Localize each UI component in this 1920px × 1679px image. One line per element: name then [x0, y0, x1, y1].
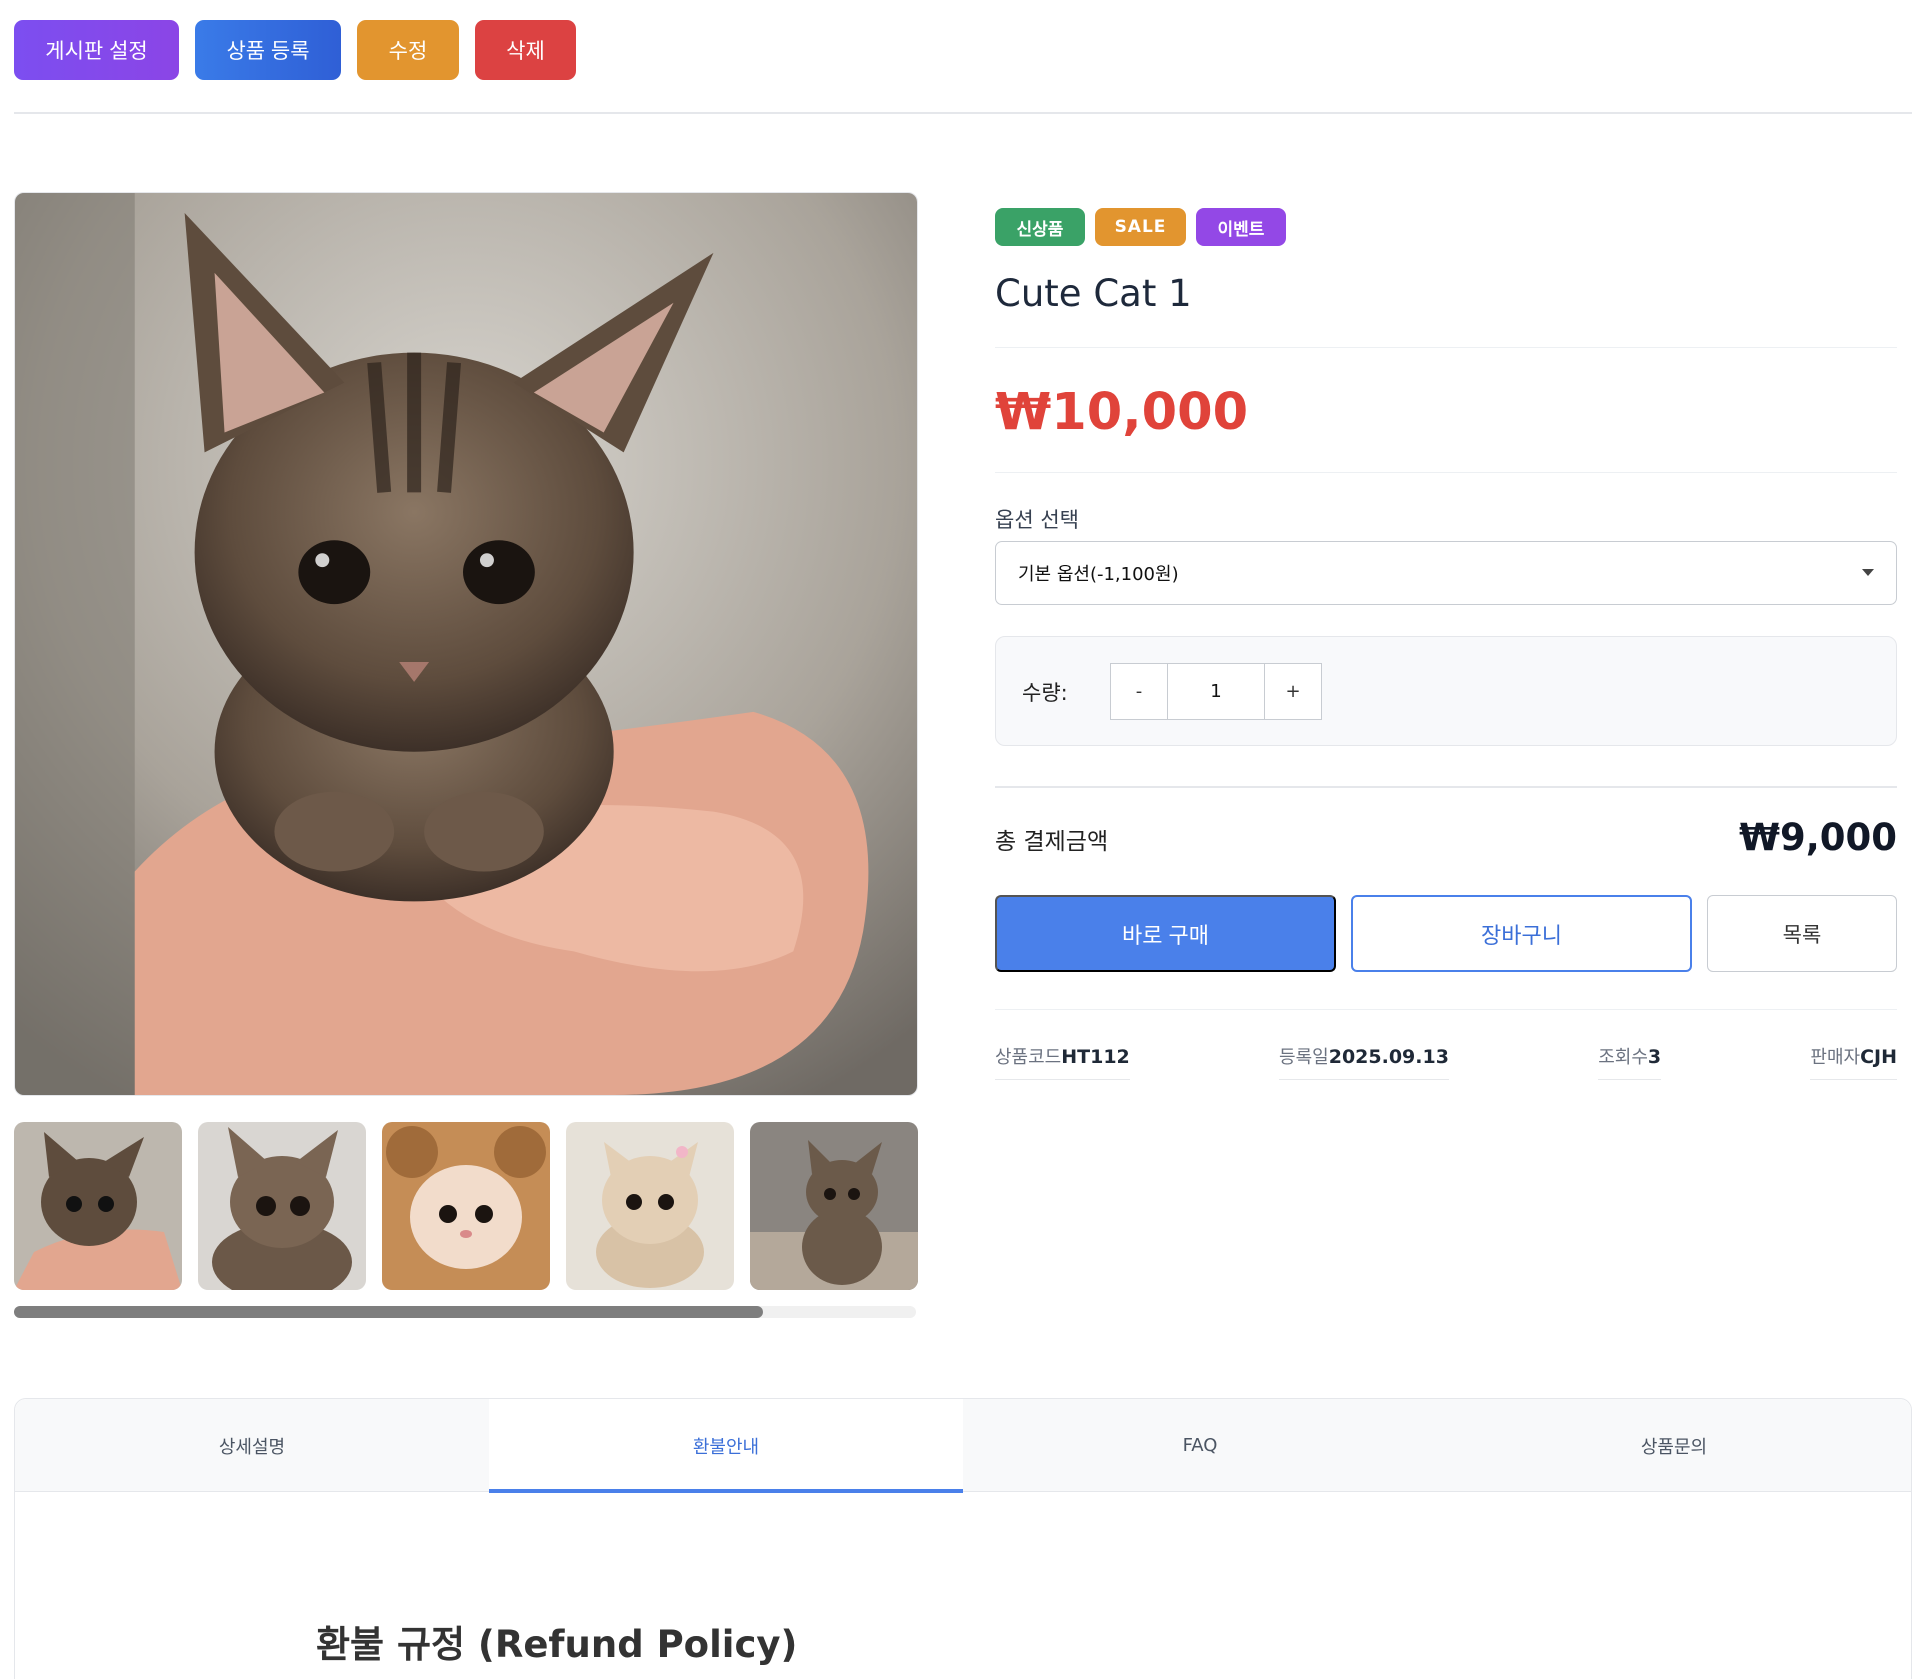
add-to-cart-button[interactable]: 장바구니 [1351, 895, 1692, 972]
meta-value: 3 [1647, 1046, 1662, 1068]
meta-key: 조회수 [1598, 1047, 1648, 1068]
quantity-decrease-button[interactable]: - [1111, 664, 1167, 719]
product-meta: 상품코드 HT112 등록일 2025.09.13 조회수 3 판매자 CJH [995, 1043, 1897, 1080]
quantity-input[interactable]: 1 [1167, 664, 1265, 719]
tab-bar: 상세설명 환불안내 FAQ 상품문의 [15, 1399, 1911, 1493]
meta-value: HT112 [1061, 1046, 1130, 1068]
meta-product-code: 상품코드 HT112 [995, 1043, 1130, 1080]
meta-key: 상품코드 [995, 1047, 1062, 1068]
thumbnail-5[interactable] [750, 1122, 918, 1290]
total-label: 총 결제금액 [995, 829, 1109, 855]
divider [995, 472, 1897, 473]
badge-new: 신상품 [995, 208, 1085, 246]
quantity-label: 수량: [1022, 681, 1068, 705]
board-settings-button[interactable]: 게시판 설정 [14, 20, 179, 80]
meta-value: CJH [1860, 1046, 1897, 1068]
option-label: 옵션 선택 [995, 508, 1079, 532]
thumbnail-2[interactable] [198, 1122, 366, 1290]
list-button[interactable]: 목록 [1707, 895, 1897, 972]
tab-faq[interactable]: FAQ [963, 1399, 1437, 1492]
action-buttons: 바로 구매 장바구니 목록 [995, 895, 1897, 972]
product-price: ₩10,000 [995, 383, 1249, 442]
thumbnail-1[interactable] [14, 1122, 182, 1290]
meta-seller: 판매자 CJH [1810, 1043, 1897, 1080]
meta-views: 조회수 3 [1598, 1043, 1662, 1080]
scrollbar-thumb[interactable] [14, 1306, 763, 1318]
badge-group: 신상품 SALE 이벤트 [995, 208, 1897, 246]
tab-description[interactable]: 상세설명 [15, 1399, 489, 1492]
quantity-box: 수량: - 1 + [995, 636, 1897, 746]
meta-key: 판매자 [1810, 1047, 1861, 1068]
chevron-down-icon [1862, 569, 1874, 576]
admin-toolbar: 게시판 설정 상품 등록 수정 삭제 [14, 20, 576, 80]
buy-now-button[interactable]: 바로 구매 [995, 895, 1336, 972]
thumbnail-scrollbar[interactable] [14, 1306, 916, 1318]
quantity-increase-button[interactable]: + [1265, 664, 1321, 719]
product-title: Cute Cat 1 [995, 272, 1192, 315]
divider [14, 112, 1912, 114]
option-select[interactable]: 기본 옵션(-1,100원) [995, 541, 1897, 605]
thumbnail-4[interactable] [566, 1122, 734, 1290]
badge-event: 이벤트 [1196, 208, 1286, 246]
meta-register-date: 등록일 2025.09.13 [1279, 1043, 1449, 1080]
thumbnail-strip [14, 1122, 918, 1290]
thumbnail-3[interactable] [382, 1122, 550, 1290]
product-info: 신상품 SALE 이벤트 Cute Cat 1 ₩10,000 옵션 선택 기본… [995, 208, 1897, 1080]
delete-button[interactable]: 삭제 [475, 20, 576, 80]
divider [995, 1009, 1897, 1010]
total-value: ₩9,000 [1739, 816, 1897, 859]
meta-value: 2025.09.13 [1328, 1046, 1449, 1068]
edit-button[interactable]: 수정 [357, 20, 459, 80]
divider [995, 347, 1897, 348]
detail-tabs: 상세설명 환불안내 FAQ 상품문의 [14, 1398, 1912, 1679]
tab-refund[interactable]: 환불안내 [489, 1399, 963, 1493]
refund-policy-title: 환불 규정 (Refund Policy) [316, 1623, 798, 1666]
meta-key: 등록일 [1279, 1047, 1329, 1068]
quantity-stepper: - 1 + [1110, 663, 1322, 720]
register-product-button[interactable]: 상품 등록 [195, 20, 341, 80]
badge-sale: SALE [1095, 208, 1186, 246]
main-product-image[interactable] [14, 192, 918, 1096]
tab-inquiry[interactable]: 상품문의 [1437, 1399, 1911, 1492]
divider [995, 786, 1897, 788]
option-selected-value: 기본 옵션(-1,100원) [1018, 564, 1179, 585]
